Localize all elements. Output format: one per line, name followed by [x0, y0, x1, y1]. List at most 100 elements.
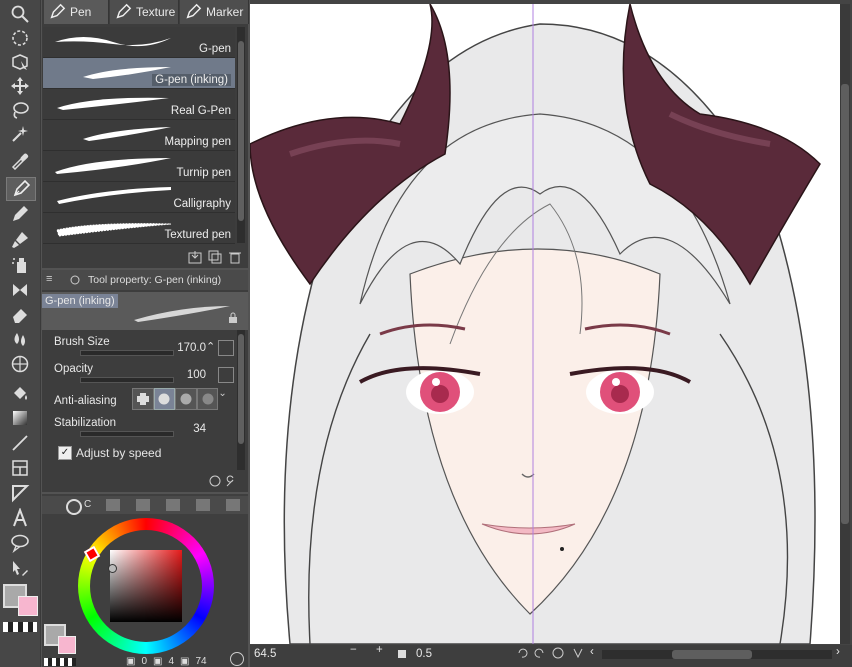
wrench-icon[interactable]	[225, 475, 239, 491]
eyedropper-icon[interactable]	[6, 149, 34, 171]
preset-name: G-pen (inking)	[42, 294, 118, 308]
zoom-tool-icon[interactable]	[6, 3, 34, 25]
brush-size-slider[interactable]	[80, 350, 174, 356]
download-icon[interactable]	[188, 250, 202, 266]
brush-stroke-preview	[56, 223, 172, 237]
antialias-options[interactable]: ⌄	[132, 388, 232, 410]
layer-count-row: ▣ 0 ▣ 4 ▣ 74	[126, 656, 207, 667]
lock-icon[interactable]	[228, 312, 238, 327]
tab-marker[interactable]: Marker	[180, 0, 249, 24]
flip-icon[interactable]	[572, 647, 584, 662]
actual-size-icon[interactable]	[398, 650, 406, 658]
brush-tool-icon[interactable]	[6, 229, 34, 251]
rotate-tool-icon[interactable]	[6, 27, 34, 49]
opacity-pressure-icon[interactable]	[218, 367, 234, 383]
move-tool-icon[interactable]	[6, 75, 34, 97]
pressure-icon[interactable]	[218, 340, 234, 356]
rotation-value[interactable]: 0.5	[416, 648, 456, 660]
frame-tool-icon[interactable]	[6, 457, 34, 479]
opacity-value[interactable]: 100	[162, 369, 206, 381]
color-panel-sub-chip[interactable]	[58, 636, 76, 654]
transparent-color-chip[interactable]	[3, 622, 37, 632]
layer-count-b: 4	[168, 656, 175, 667]
antialias-strong-icon[interactable]	[196, 388, 219, 410]
reset-icon[interactable]	[208, 475, 222, 491]
line-tool-icon[interactable]	[6, 432, 34, 454]
antialias-none-icon[interactable]	[132, 388, 154, 410]
brush-size-value[interactable]: 170.0	[162, 342, 206, 354]
eraser-tool-icon[interactable]	[6, 303, 34, 325]
color-history-tab-icon[interactable]	[226, 499, 240, 511]
brush-item-mapping-pen[interactable]: Mapping pen	[43, 120, 235, 151]
zoom-value[interactable]: 64.5	[254, 648, 294, 660]
gradient-tool-icon[interactable]	[6, 407, 34, 429]
canvas-area[interactable]	[250, 0, 852, 667]
saturation-brightness-square[interactable]	[110, 550, 182, 622]
property-actions	[208, 474, 239, 491]
brush-item-textured-pen[interactable]: Textured pen	[43, 213, 235, 244]
object-tool-icon[interactable]	[6, 51, 34, 73]
magic-wand-icon[interactable]	[6, 123, 34, 145]
property-scrollbar[interactable]	[237, 330, 245, 470]
chevron-down-icon[interactable]: ⌄	[218, 388, 232, 408]
color-set-tab-icon[interactable]	[106, 499, 120, 511]
canvas-status-bar: 64.5 − + 0.5 ‹ ›	[250, 644, 852, 667]
antialias-medium-icon[interactable]	[175, 388, 197, 410]
pencil-tool-icon[interactable]	[6, 203, 34, 225]
figure-tool-icon[interactable]	[6, 353, 34, 375]
intermediate-color-tab-icon[interactable]	[166, 499, 180, 511]
opacity-slider[interactable]	[80, 377, 174, 383]
color-panel-tabs: C	[42, 496, 248, 515]
pen-tool-icon[interactable]	[6, 177, 36, 201]
canvas[interactable]	[250, 4, 840, 644]
rotate-left-icon[interactable]	[516, 647, 528, 662]
brush-name: Real G-Pen	[170, 105, 231, 117]
balloon-tool-icon[interactable]	[6, 532, 34, 554]
antialias-weak-icon[interactable]	[153, 388, 176, 410]
brush-item-turnip-pen[interactable]: Turnip pen	[43, 151, 235, 182]
play-icon[interactable]	[230, 652, 244, 666]
decoration-tool-icon[interactable]	[6, 279, 34, 301]
airbrush-tool-icon[interactable]	[6, 254, 34, 276]
scroll-right-icon[interactable]: ›	[836, 646, 840, 658]
rotate-right-icon[interactable]	[534, 647, 546, 662]
fill-tool-icon[interactable]	[6, 382, 34, 404]
stabilization-slider[interactable]	[80, 431, 174, 437]
color-panel-transparent-chip[interactable]	[44, 658, 76, 666]
adjust-speed-row[interactable]: ✓ Adjust by speed	[58, 446, 161, 460]
spin-icon[interactable]: ⌃	[206, 340, 215, 353]
ruler-tool-icon[interactable]	[6, 482, 34, 504]
duplicate-icon[interactable]	[208, 250, 222, 266]
approx-color-tab-icon[interactable]	[196, 499, 210, 511]
layer-count-a: 0	[141, 656, 148, 667]
tab-pen[interactable]: Pen	[44, 0, 109, 24]
blend-tool-icon[interactable]	[6, 328, 34, 350]
brush-item-calligraphy[interactable]: Calligraphy	[43, 182, 235, 213]
reset-rotation-icon[interactable]	[552, 647, 564, 662]
zoom-out-icon[interactable]: −	[350, 644, 357, 656]
color-wheel-tab-icon[interactable]	[66, 499, 82, 515]
checkbox-icon[interactable]: ✓	[58, 446, 72, 460]
brush-item-g-pen[interactable]: G-pen	[43, 27, 235, 58]
text-tool-icon[interactable]	[6, 507, 34, 529]
lasso-tool-icon[interactable]	[6, 99, 34, 121]
canvas-horizontal-scrollbar[interactable]	[602, 650, 832, 659]
scroll-left-icon[interactable]: ‹	[590, 646, 594, 658]
tool-property-header: ≡ Tool property: G-pen (inking)	[42, 270, 248, 290]
brush-item-real-g-pen[interactable]: Real G-Pen	[43, 89, 235, 120]
zoom-in-icon[interactable]: +	[376, 644, 383, 656]
tab-texture[interactable]: Texture	[110, 0, 179, 24]
adjust-speed-label: Adjust by speed	[76, 446, 162, 460]
menu-icon[interactable]: ≡	[46, 273, 52, 285]
brush-name: Textured pen	[164, 229, 232, 241]
folder-icon: ▣	[180, 656, 190, 667]
brush-item-g-pen-inking[interactable]: G-pen (inking)	[43, 58, 235, 89]
color-slider-tab-icon[interactable]	[136, 499, 150, 511]
canvas-vertical-scrollbar[interactable]	[840, 4, 850, 644]
correct-line-tool-icon[interactable]	[6, 557, 34, 579]
brush-list-scrollbar[interactable]	[237, 27, 245, 243]
stabilization-value[interactable]: 34	[162, 423, 206, 435]
trash-icon[interactable]	[228, 250, 242, 266]
sub-color-chip[interactable]	[18, 596, 38, 616]
color-picker-cursor[interactable]	[108, 564, 117, 573]
